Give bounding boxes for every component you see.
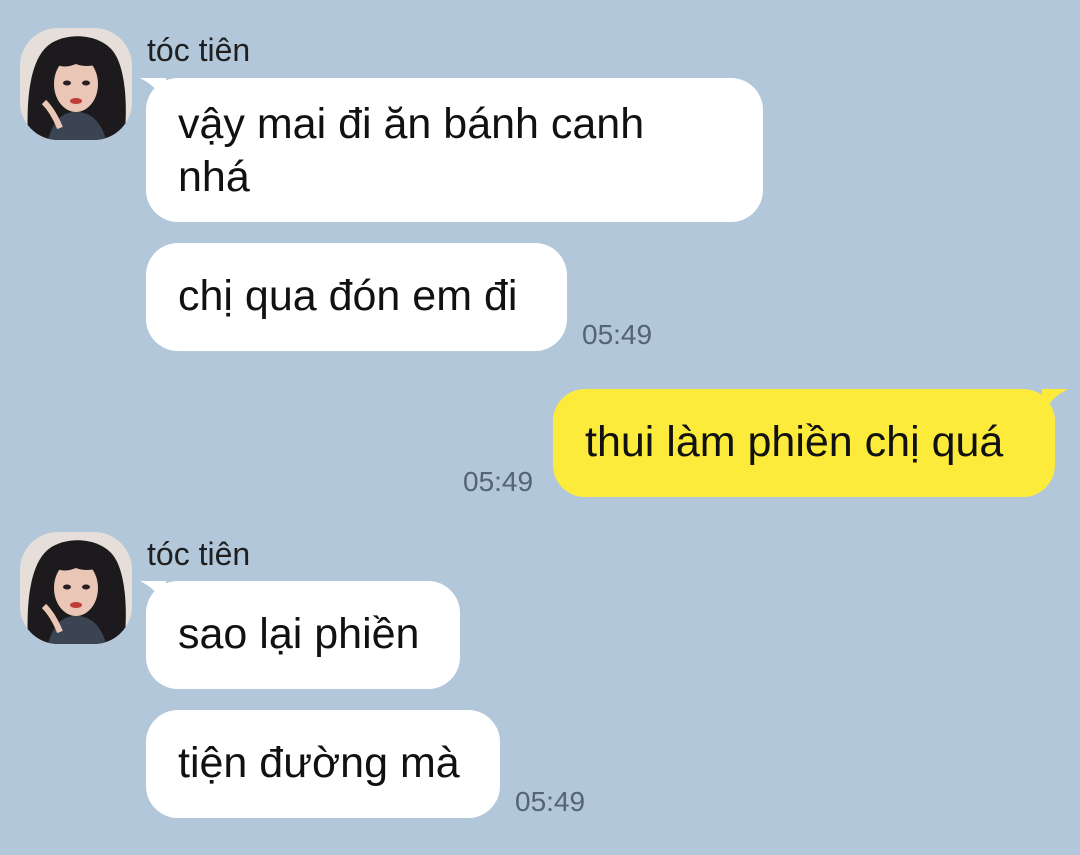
message-text: vậy mai đi ăn bánh canh: [178, 100, 645, 148]
message-text: sao lại phiền: [178, 610, 420, 658]
message-timestamp: 05:49: [582, 319, 653, 350]
sender-name: tóc tiên: [147, 536, 251, 572]
sender-avatar[interactable]: [20, 532, 132, 644]
message-text: thui làm phiền chị quá: [585, 418, 1004, 466]
message-bubble[interactable]: sao lại phiền: [146, 581, 460, 689]
message-bubble[interactable]: thui làm phiền chị quá: [553, 389, 1055, 497]
message-text: tiện đường mà: [178, 739, 460, 787]
avatar-photo-icon: [20, 28, 132, 140]
bubble-tail: [1042, 389, 1068, 415]
message-bubble[interactable]: chị qua đón em đi: [146, 243, 567, 351]
message-text: chị qua đón em đi: [178, 272, 518, 320]
chat-area[interactable]: tóc tiên vậy mai đi ăn bánh canh nhá chị…: [0, 0, 1080, 855]
message-timestamp: 05:49: [515, 786, 586, 817]
sender-name: tóc tiên: [147, 32, 251, 68]
message-bubble[interactable]: tiện đường mà: [146, 710, 500, 818]
message-bubble[interactable]: vậy mai đi ăn bánh canh nhá: [146, 78, 763, 222]
sender-avatar[interactable]: [20, 28, 132, 140]
avatar-photo-icon: [20, 532, 132, 644]
message-timestamp: 05:49: [463, 466, 534, 497]
message-text: nhá: [178, 153, 250, 201]
